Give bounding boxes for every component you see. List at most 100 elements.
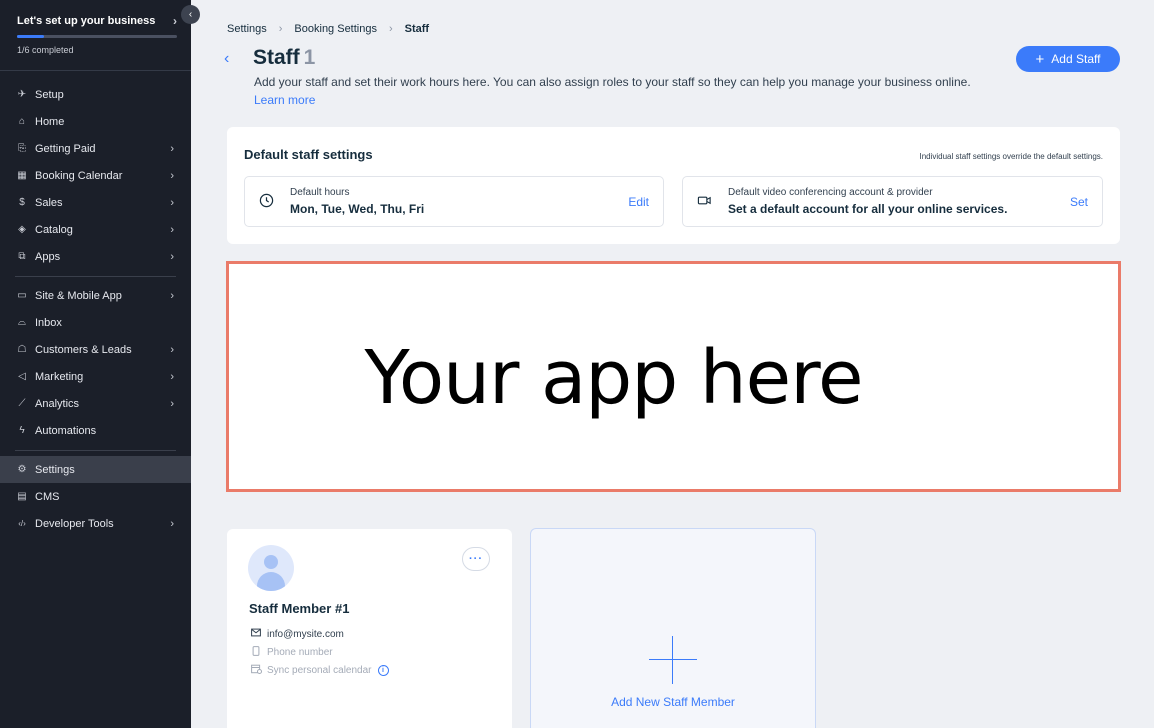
payment-icon: ⎘	[18, 143, 26, 154]
sidebar-item-label: Getting Paid	[35, 142, 96, 155]
sidebar-item-setup[interactable]: ✈ Setup	[0, 81, 191, 108]
sidebar-item-label: Apps	[35, 250, 61, 263]
breadcrumb-separator-icon: ›	[278, 23, 283, 35]
chevron-right-icon: ›	[170, 169, 174, 182]
sidebar-item-getting-paid[interactable]: ⎘ Getting Paid ›	[0, 135, 191, 162]
setup-progress-bar	[17, 35, 177, 38]
default-video-label: Default video conferencing account & pro…	[728, 187, 933, 198]
sidebar-item-label: Developer Tools	[35, 517, 114, 530]
default-video-value: Set a default account for all your onlin…	[728, 202, 1008, 216]
gear-icon: ⚙	[17, 464, 27, 475]
dollar-icon: $	[19, 197, 25, 208]
default-hours-value: Mon, Tue, Wed, Thu, Fri	[290, 202, 425, 216]
code-icon: ‹/›	[18, 519, 26, 528]
collapse-sidebar-button[interactable]: ‹	[181, 5, 200, 24]
edit-hours-button[interactable]: Edit	[628, 195, 649, 209]
staff-phone: Phone number	[267, 647, 333, 658]
chevron-right-icon: ›	[170, 223, 174, 236]
breadcrumb-separator-icon: ›	[388, 23, 393, 35]
envelope-icon	[249, 628, 263, 640]
sidebar-nav: ✈ Setup ⌂ Home ⎘ Getting Paid › ▦ Booking Calend…	[0, 71, 191, 537]
default-settings-title: Default staff settings	[244, 147, 373, 162]
chevron-right-icon: ›	[173, 14, 177, 28]
staff-phone-row: Phone number	[249, 646, 333, 659]
customers-icon: ☖	[17, 344, 27, 355]
setup-progress-fill	[17, 35, 44, 38]
sidebar-item-sales[interactable]: $ Sales ›	[0, 189, 191, 216]
chevron-left-icon: ‹	[188, 9, 193, 20]
breadcrumb-staff: Staff	[404, 23, 430, 35]
avatar-body	[257, 572, 285, 591]
setup-progress-text: 1/6 completed	[17, 45, 74, 55]
staff-name: Staff Member #1	[249, 601, 350, 616]
sidebar-item-developer-tools[interactable]: ‹/› Developer Tools ›	[0, 510, 191, 537]
page-title: Staff 1	[253, 46, 315, 70]
sidebar-item-automations[interactable]: ϟ Automations	[0, 417, 191, 444]
sidebar-item-inbox[interactable]: ⌓ Inbox	[0, 309, 191, 336]
megaphone-icon: ◁	[18, 371, 26, 382]
page-description: Add your staff and set their work hours …	[254, 75, 971, 89]
staff-email: info@mysite.com	[267, 628, 344, 640]
breadcrumb-booking-settings[interactable]: Booking Settings	[294, 23, 377, 35]
more-actions-button[interactable]: ···	[462, 547, 490, 571]
sidebar-nav-group: ✈ Setup ⌂ Home ⎘ Getting Paid › ▦ Booking Calend…	[0, 71, 191, 270]
sidebar: Let's set up your business › 1/6 complet…	[0, 0, 191, 728]
analytics-icon: ⟋	[18, 398, 26, 409]
sidebar-item-label: CMS	[35, 490, 60, 503]
back-arrow-icon[interactable]: ‹	[224, 50, 229, 68]
calendar-icon: ▦	[17, 170, 27, 181]
sidebar-item-settings[interactable]: ⚙ Settings	[0, 456, 191, 483]
home-icon: ⌂	[18, 116, 26, 127]
chevron-right-icon: ›	[170, 289, 174, 302]
sidebar-item-marketing[interactable]: ◁ Marketing ›	[0, 363, 191, 390]
sidebar-item-site-mobile-app[interactable]: ▭ Site & Mobile App ›	[0, 282, 191, 309]
sidebar-item-analytics[interactable]: ⟋ Analytics ›	[0, 390, 191, 417]
sidebar-item-booking-calendar[interactable]: ▦ Booking Calendar ›	[0, 162, 191, 189]
staff-sync: Sync personal calendar	[267, 665, 372, 676]
default-settings-note: Individual staff settings override the d…	[919, 152, 1103, 161]
set-video-button[interactable]: Set	[1070, 195, 1088, 209]
staff-email-row: info@mysite.com	[249, 628, 344, 640]
avatar-head	[264, 555, 278, 569]
sidebar-item-catalog[interactable]: ◈ Catalog ›	[0, 216, 191, 243]
info-icon[interactable]: i	[377, 665, 389, 676]
sidebar-divider	[15, 276, 176, 277]
chevron-right-icon: ›	[170, 196, 174, 209]
sidebar-item-label: Analytics	[35, 397, 80, 410]
sidebar-item-label: Setup	[35, 88, 64, 101]
add-new-staff-card[interactable]: Add New Staff Member	[530, 528, 816, 728]
app-placeholder: Your app here	[226, 261, 1121, 492]
sidebar-divider	[15, 450, 176, 451]
sidebar-item-home[interactable]: ⌂ Home	[0, 108, 191, 135]
calendar-sync-icon	[249, 664, 263, 677]
chevron-right-icon: ›	[170, 250, 174, 263]
sidebar-item-customers-leads[interactable]: ☖ Customers & Leads ›	[0, 336, 191, 363]
sidebar-item-label: Marketing	[35, 370, 84, 383]
main-content: Settings › Booking Settings › Staff ‹ St…	[191, 0, 1154, 728]
sidebar-item-cms[interactable]: ▤ CMS	[0, 483, 191, 510]
sidebar-item-label: Sales	[35, 196, 63, 209]
phone-icon	[249, 646, 263, 659]
setup-title: Let's set up your business	[17, 15, 156, 27]
app-placeholder-text: Your app here	[364, 334, 863, 421]
catalog-icon: ◈	[18, 224, 26, 235]
sidebar-item-label: Automations	[35, 424, 97, 437]
add-staff-button[interactable]: + Add Staff	[1016, 46, 1120, 72]
sidebar-item-apps[interactable]: ⧉ Apps ›	[0, 243, 191, 270]
setup-progress-panel[interactable]: Let's set up your business › 1/6 complet…	[0, 0, 191, 71]
staff-sync-row[interactable]: Sync personal calendar i	[249, 664, 389, 677]
video-camera-icon	[697, 193, 712, 211]
plus-icon: +	[1035, 50, 1045, 68]
sidebar-nav-group: ▭ Site & Mobile App › ⌓ Inbox ☖ Customers & Le…	[0, 282, 191, 444]
chevron-right-icon: ›	[170, 142, 174, 155]
default-staff-settings-card: Default staff settings Individual staff …	[227, 127, 1120, 244]
sidebar-item-label: Booking Calendar	[35, 169, 123, 182]
plus-icon	[649, 636, 697, 684]
learn-more-link[interactable]: Learn more	[254, 93, 315, 107]
sidebar-item-label: Catalog	[35, 223, 73, 236]
default-hours-label: Default hours	[290, 187, 350, 198]
breadcrumb-settings[interactable]: Settings	[227, 23, 267, 35]
page-title-text: Staff	[253, 46, 300, 69]
staff-member-card[interactable]: ··· Staff Member #1 info@mysite.com Phon…	[227, 529, 512, 728]
chevron-right-icon: ›	[170, 397, 174, 410]
